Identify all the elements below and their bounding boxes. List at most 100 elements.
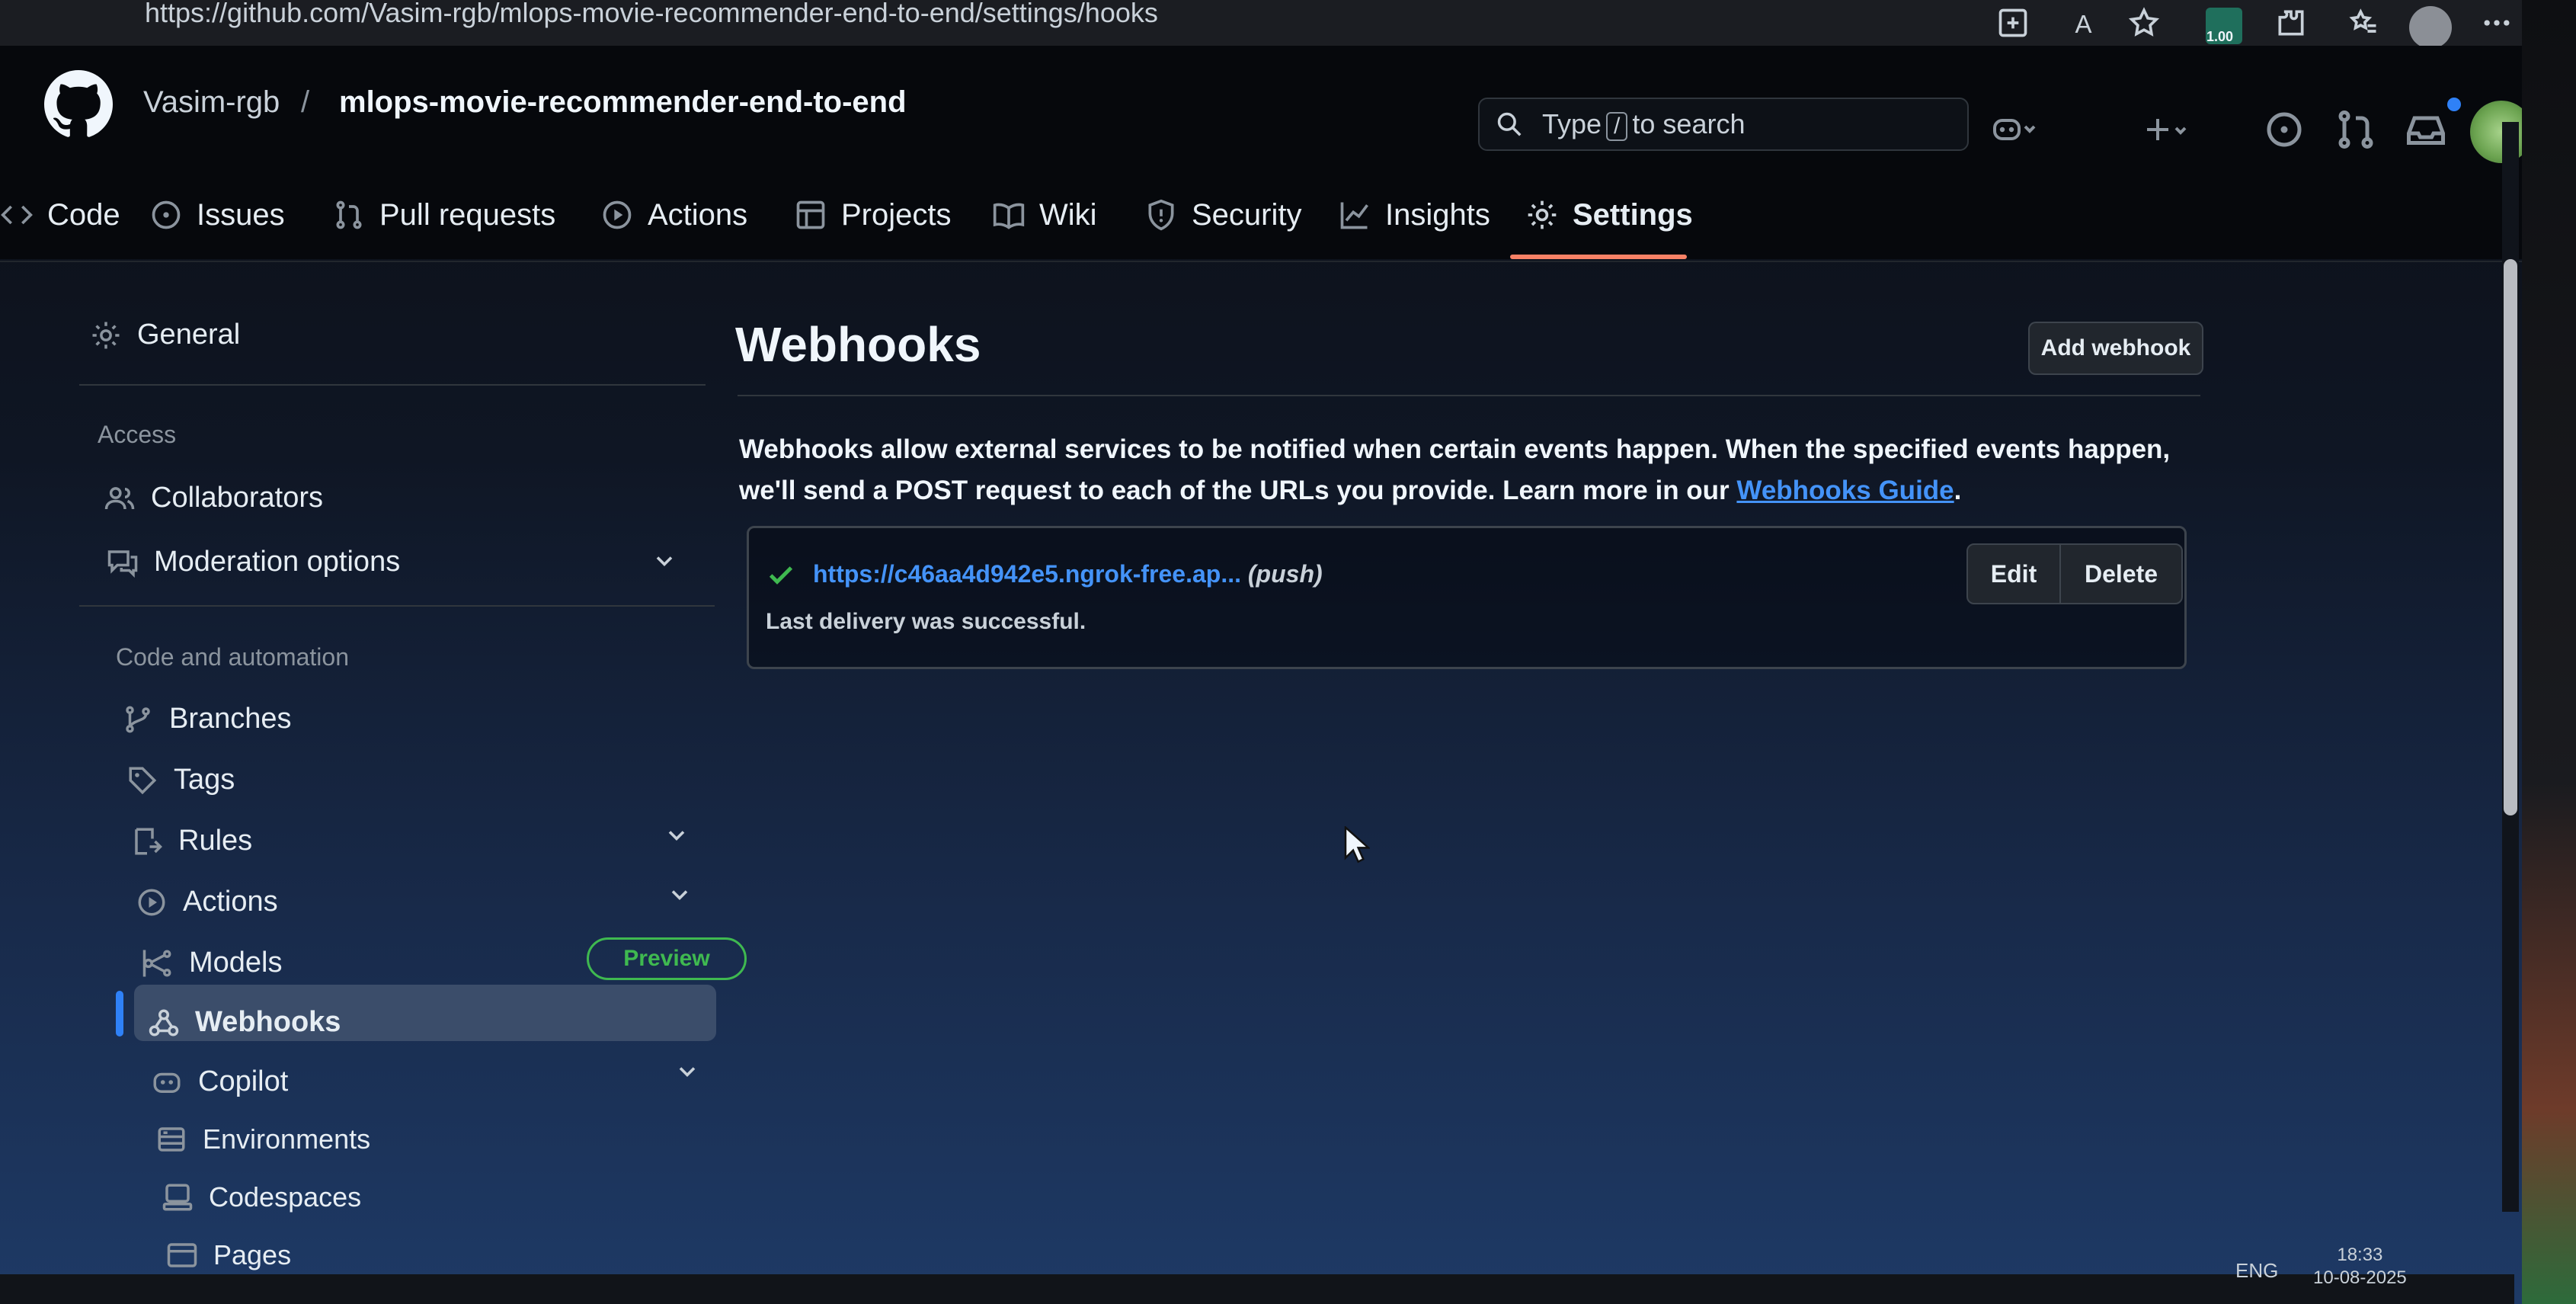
sidebar-item-label: Tags [174,764,235,796]
models-icon [142,950,171,976]
sidebar-item-label: Models [189,947,283,979]
pull-requests-icon[interactable] [2331,107,2380,152]
edit-webhook-button[interactable]: Edit [1968,545,2061,603]
clock-date: 10-08-2025 [2313,1267,2407,1288]
tab-actions[interactable]: Actions [600,191,747,239]
webhook-delivery-status: Last delivery was successful. [766,609,1086,634]
code-icon [1,205,33,225]
play-icon [603,200,632,229]
sidebar-item-label: Actions [183,886,278,918]
svg-text:A: A [2075,10,2092,38]
sidebar-item-environments[interactable]: Environments [155,1123,370,1155]
sidebar-item-label: Rules [178,825,253,857]
tab-label: Actions [648,197,748,232]
notification-dot [2447,98,2461,111]
sidebar-item-label: Collaborators [151,482,323,514]
tab-insights[interactable]: Insights [1338,191,1490,239]
browser-icon [167,1243,197,1267]
webhooks-guide-link[interactable]: Webhooks Guide [1736,476,1954,505]
app-available-icon[interactable] [1996,6,2030,40]
sidebar-item-actions[interactable]: Actions [136,886,278,918]
github-logo-icon[interactable] [44,70,113,139]
webhook-events: (push) [1247,560,1323,588]
repo-name-link[interactable]: mlops-movie-recommender-end-to-end [339,85,907,120]
profile-avatar[interactable] [2409,6,2452,49]
preview-badge: Preview [587,937,747,980]
scrollbar-thumb[interactable] [2504,259,2517,815]
sidebar-item-label: Pages [213,1239,292,1270]
branch-icon [126,706,150,732]
puzzle-icon[interactable] [2274,6,2308,40]
address-bar[interactable]: https://github.com/Vasim-rgb/mlops-movie… [145,0,1158,29]
webhook-url[interactable]: https://c46aa4d942e5.ngrok-free.ap... [813,560,1241,588]
sidebar-item-tags[interactable]: Tags [126,764,235,796]
browser-bar: https://github.com/Vasim-rgb/mlops-movie… [0,0,2576,49]
selected-item-indicator [116,991,123,1036]
webhooks-description: Webhooks allow external services to be n… [739,429,2202,511]
sidebar-item-webhooks[interactable]: Webhooks [148,1006,341,1039]
tab-security[interactable]: Security [1144,191,1302,239]
chevron-down-icon[interactable] [674,1058,701,1085]
chevron-down-icon[interactable] [666,881,693,908]
issue-icon [152,200,181,229]
tab-label: Security [1192,197,1302,232]
clock-time: 18:33 [2337,1245,2383,1265]
sidebar-item-collaborators[interactable]: Collaborators [104,482,323,514]
sidebar-item-models[interactable]: Models [142,947,283,979]
sidebar-item-branches[interactable]: Branches [122,703,292,735]
clock[interactable]: 18:33 10-08-2025 [2313,1244,2407,1290]
webhook-list-item: https://c46aa4d942e5.ngrok-free.ap... (p… [747,526,2187,669]
tab-wiki[interactable]: Wiki [992,191,1097,239]
tab-pull-requests[interactable]: Pull requests [332,191,555,239]
language-indicator[interactable]: ENG [2235,1259,2278,1283]
gear-icon [1528,200,1557,229]
sidebar-item-label: Codespaces [209,1181,362,1213]
repo-owner-link[interactable]: Vasim-rgb [143,85,280,120]
sidebar-item-label: Copilot [198,1065,289,1097]
check-icon [769,566,793,585]
play-icon [138,889,165,915]
sidebar-item-label: Environments [203,1123,371,1155]
sidebar-item-codespaces[interactable]: Codespaces [162,1181,361,1213]
tab-label: Wiki [1039,197,1097,232]
tab-projects[interactable]: Projects [794,191,952,239]
delete-webhook-button[interactable]: Delete [2061,545,2181,603]
sidebar-divider [79,384,706,386]
sidebar-item-general[interactable]: General [90,319,240,351]
chevron-down-icon[interactable] [651,547,678,575]
codespaces-icon [162,1184,193,1211]
sidebar-item-moderation[interactable]: Moderation options [107,546,400,578]
webhook-url-link[interactable]: https://c46aa4d942e5.ngrok-free.ap... (p… [813,560,1323,588]
tab-code[interactable]: Code [0,191,120,239]
search-icon [1497,112,1522,136]
sidebar-item-pages[interactable]: Pages [166,1239,291,1271]
create-new-icon[interactable] [2142,107,2191,152]
read-aloud-icon[interactable]: A [2071,6,2104,40]
tag-icon [129,767,157,794]
search-input[interactable]: Type / to search [1478,98,1969,151]
inbox-icon[interactable] [2402,107,2450,152]
sidebar-item-copilot[interactable]: Copilot [151,1065,288,1098]
table-icon [796,200,825,229]
copilot-icon[interactable] [1989,107,2037,152]
tab-issues[interactable]: Issues [149,191,285,239]
sidebar-item-label: Webhooks [195,1006,341,1038]
favorites-icon[interactable] [2347,6,2380,40]
sidebar-item-label: Branches [169,703,292,735]
favorite-star-icon[interactable] [2127,6,2161,40]
issues-icon[interactable] [2260,107,2309,152]
description-end: . [1954,476,1962,505]
breadcrumb-separator: / [301,85,310,119]
people-icon [104,486,135,509]
comment-discussion-icon [107,549,138,578]
sidebar-item-rules[interactable]: Rules [131,825,252,857]
selected-tab-indicator [1510,255,1687,259]
add-webhook-button[interactable]: Add webhook [2028,322,2203,375]
chevron-down-icon[interactable] [663,822,690,849]
graph-icon [1340,202,1368,229]
tab-label: Pull requests [379,197,556,232]
tab-settings[interactable]: Settings [1525,191,1693,239]
sidebar-item-label: Moderation options [154,546,401,578]
more-icon[interactable] [2480,6,2514,40]
mouse-cursor-icon [1344,826,1370,863]
